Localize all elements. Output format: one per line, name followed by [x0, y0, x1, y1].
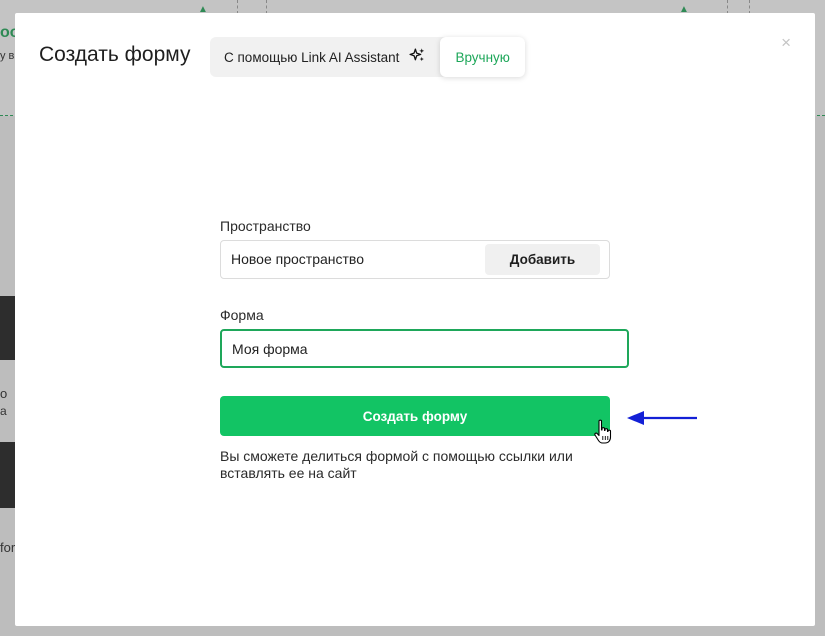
background-text: у в: [0, 50, 15, 62]
background-thumbnail: [0, 442, 15, 508]
hand-pointer-icon: [593, 419, 613, 450]
create-form-modal: Создать форму С помощью Link AI Assistan…: [15, 13, 815, 626]
form-name-label: Форма: [220, 307, 264, 323]
creation-mode-switch: С помощью Link AI Assistant Вручную: [210, 37, 525, 77]
background-text: а: [0, 404, 7, 418]
sparkles-icon: [409, 47, 426, 67]
background-divider: [266, 0, 268, 14]
modal-title: Создать форму: [39, 43, 191, 66]
ai-assistant-mode-label: С помощью Link AI Assistant: [224, 49, 400, 65]
background-text: for: [0, 540, 16, 555]
background-thumbnail: [0, 296, 15, 360]
space-value: Новое пространство: [231, 251, 364, 267]
close-icon[interactable]: ×: [781, 33, 791, 53]
background-divider: [749, 0, 751, 14]
add-space-button[interactable]: Добавить: [485, 244, 600, 275]
manual-mode-button[interactable]: Вручную: [440, 37, 525, 77]
share-hint-text: Вы сможете делиться формой с помощью ссы…: [220, 448, 573, 481]
space-selector[interactable]: Новое пространство Добавить: [220, 240, 610, 279]
background-text: о: [0, 386, 8, 401]
arrow-left-icon: [627, 410, 699, 431]
create-form-button[interactable]: Создать форму: [220, 396, 610, 436]
background-divider: [237, 0, 239, 14]
ai-assistant-mode-button[interactable]: С помощью Link AI Assistant: [210, 37, 440, 77]
space-label: Пространство: [220, 218, 311, 234]
form-name-input[interactable]: [220, 329, 629, 368]
background-divider: [727, 0, 729, 14]
